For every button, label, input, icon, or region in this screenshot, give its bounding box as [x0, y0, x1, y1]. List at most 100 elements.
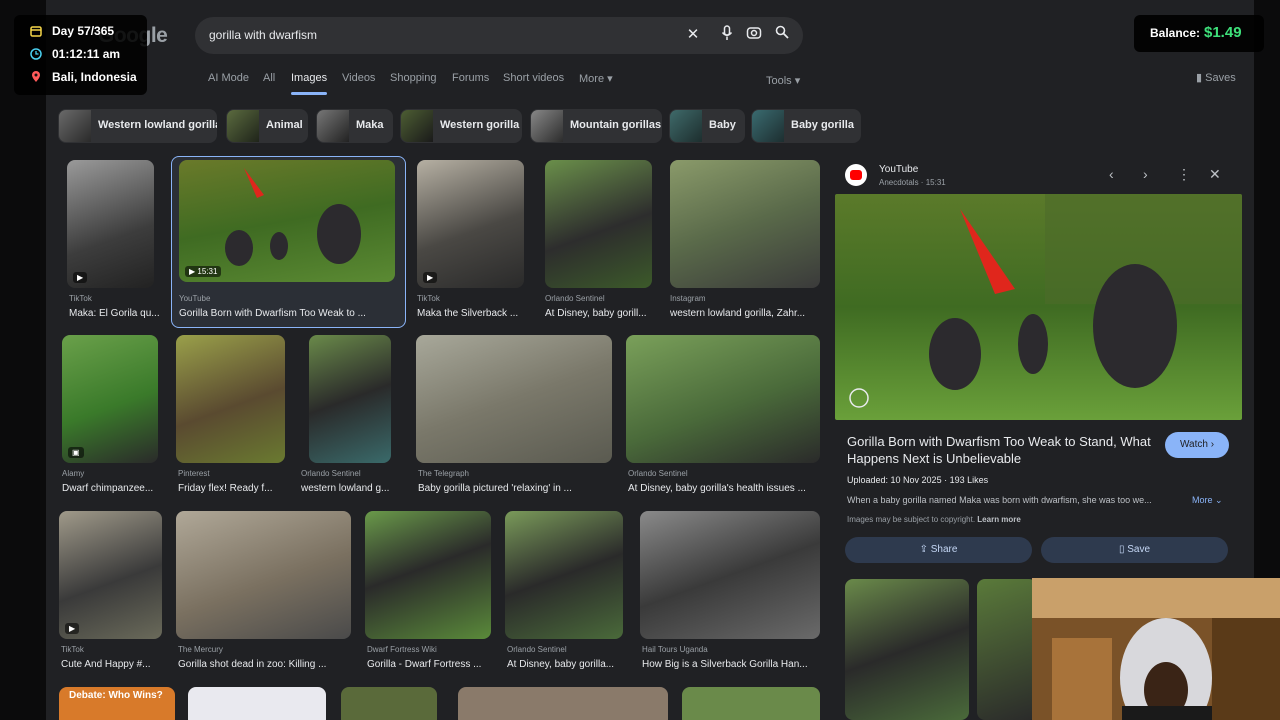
preview-meta: Uploaded: 10 Nov 2025 · 193 Likes — [847, 475, 989, 485]
chip-western-gorilla[interactable]: Western gorilla — [400, 109, 522, 143]
result-source: TikTok — [61, 645, 84, 654]
preview-source-name[interactable]: YouTube — [879, 164, 918, 175]
result-thumbnail[interactable]: ▶ — [59, 511, 162, 639]
result-thumbnail[interactable] — [416, 335, 612, 463]
result-thumbnail[interactable] — [505, 511, 623, 639]
chip-label: Maka — [356, 119, 384, 131]
result-thumbnail[interactable] — [188, 687, 326, 720]
more-button[interactable]: More ⌄ — [1192, 495, 1223, 506]
result-title[interactable]: At Disney, baby gorill... — [545, 308, 655, 319]
search-icon[interactable] — [772, 25, 792, 45]
image-icon: ▣ — [68, 447, 84, 458]
result-thumbnail[interactable] — [176, 511, 351, 639]
result-thumbnail[interactable] — [458, 687, 668, 720]
result-thumbnail[interactable]: ▶ 15:31 — [179, 160, 395, 282]
result-title[interactable]: Gorilla Born with Dwarfism Too Weak to .… — [179, 308, 384, 319]
chip-mountain-gorillas[interactable]: Mountain gorillas — [530, 109, 662, 143]
result-thumbnail[interactable] — [670, 160, 820, 288]
result-thumbnail[interactable] — [640, 511, 820, 639]
save-button[interactable]: ▯ Save — [1041, 537, 1228, 563]
chip-maka[interactable]: Maka — [316, 109, 393, 143]
result-source: Dwarf Fortress Wiki — [367, 645, 437, 654]
result-thumbnail[interactable] — [176, 335, 285, 463]
chip-western-lowland-gorilla[interactable]: Western lowland gorilla — [58, 109, 217, 143]
chip-animal[interactable]: Animal — [226, 109, 308, 143]
result-thumbnail[interactable] — [545, 160, 652, 288]
chevron-left-icon[interactable]: ‹ — [1109, 166, 1114, 182]
tab-videos[interactable]: Videos — [342, 72, 375, 84]
bookmark-icon: ▯ — [1118, 544, 1125, 555]
preview-image[interactable] — [835, 194, 1242, 420]
watch-button[interactable]: Watch › — [1165, 432, 1229, 458]
result-title[interactable]: Cute And Happy #... — [61, 659, 165, 670]
result-source: Orlando Sentinel — [301, 469, 361, 478]
result-title[interactable]: At Disney, baby gorilla... — [507, 659, 625, 670]
search-bar[interactable]: gorilla with dwarfism ✕ — [195, 17, 803, 54]
saves-button[interactable]: ▮ Saves — [1196, 71, 1236, 84]
lens-icon[interactable] — [744, 25, 764, 45]
watch-label: Watch — [1179, 439, 1208, 450]
result-thumbnail[interactable] — [365, 511, 491, 639]
copyright-notice: Images may be subject to copyright. Lear… — [847, 515, 1021, 524]
chip-label: Western lowland gorilla — [98, 119, 217, 131]
balance-overlay: Balance: $1.49 — [1134, 15, 1264, 52]
share-button[interactable]: ⇪ Share — [845, 537, 1032, 563]
calendar-icon — [30, 26, 42, 37]
result-source: Orlando Sentinel — [545, 294, 605, 303]
chevron-right-icon[interactable]: › — [1143, 166, 1148, 182]
more-vert-icon[interactable]: ⋮ — [1177, 166, 1191, 183]
bookmark-icon: ▮ — [1196, 72, 1203, 84]
preview-source-sub: Anecdotals · 15:31 — [879, 178, 946, 187]
chip-baby[interactable]: Baby — [669, 109, 745, 143]
result-thumbnail[interactable]: Debate: Who Wins? — [59, 687, 175, 720]
result-thumbnail[interactable]: ▶ — [67, 160, 154, 288]
tab-more[interactable]: More ▾ — [579, 72, 613, 85]
result-source: Orlando Sentinel — [628, 469, 688, 478]
preview-title[interactable]: Gorilla Born with Dwarfism Too Weak to S… — [847, 433, 1152, 467]
result-thumbnail[interactable]: ▶ — [417, 160, 524, 288]
related-image[interactable] — [845, 579, 969, 720]
gorilla-thumbnail-art — [225, 168, 361, 266]
tools-button[interactable]: Tools ▾ — [766, 74, 800, 87]
tab-images[interactable]: Images — [291, 72, 328, 95]
copyright-text: Images may be subject to copyright. — [847, 515, 976, 524]
webcam-feed — [1032, 578, 1280, 720]
tab-all[interactable]: All — [263, 72, 275, 84]
result-source: TikTok — [69, 294, 92, 303]
tab-more-label: More — [579, 73, 605, 85]
chip-baby-gorilla[interactable]: Baby gorilla — [751, 109, 861, 143]
result-title[interactable]: Baby gorilla pictured 'relaxing' in ... — [418, 483, 614, 494]
result-title[interactable]: western lowland gorilla, Zahr... — [670, 308, 820, 319]
tab-shopping[interactable]: Shopping — [390, 72, 437, 84]
result-thumbnail[interactable] — [682, 687, 820, 720]
tab-forums[interactable]: Forums — [452, 72, 489, 84]
result-source: Alamy — [62, 469, 85, 478]
balance-amount: $1.49 — [1204, 24, 1242, 41]
result-title[interactable]: western lowland g... — [301, 483, 397, 494]
related-image[interactable] — [977, 579, 1037, 720]
result-title[interactable]: How Big is a Silverback Gorilla Han... — [642, 659, 822, 670]
result-title[interactable]: Maka the Silverback ... — [417, 308, 527, 319]
chip-label: Baby gorilla — [791, 119, 854, 131]
tab-short-videos[interactable]: Short videos — [503, 72, 564, 84]
result-title[interactable]: Maka: El Gorila qu... — [69, 308, 169, 319]
microphone-icon[interactable] — [717, 25, 737, 45]
share-label: Share — [930, 544, 958, 555]
clear-icon[interactable]: ✕ — [683, 25, 703, 45]
result-thumbnail[interactable] — [626, 335, 820, 463]
result-title[interactable]: Friday flex! Ready f... — [178, 483, 286, 494]
tab-ai-mode[interactable]: AI Mode — [208, 72, 249, 84]
result-title[interactable]: Gorilla - Dwarf Fortress ... — [367, 659, 493, 670]
close-icon[interactable]: ✕ — [1209, 166, 1221, 183]
learn-more-link[interactable]: Learn more — [977, 515, 1021, 524]
result-thumbnail[interactable]: ▣ — [62, 335, 158, 463]
result-source: The Telegraph — [418, 469, 469, 478]
search-query[interactable]: gorilla with dwarfism — [209, 28, 317, 42]
result-title[interactable]: Dwarf chimpanzee... — [62, 483, 162, 494]
video-icon: ▶ — [423, 272, 438, 283]
result-title[interactable]: At Disney, baby gorilla's health issues … — [628, 483, 824, 494]
chevron-down-icon: ⌄ — [1215, 495, 1223, 505]
result-thumbnail[interactable] — [309, 335, 391, 463]
result-title[interactable]: Gorilla shot dead in zoo: Killing ... — [178, 659, 353, 670]
result-thumbnail[interactable] — [341, 687, 437, 720]
